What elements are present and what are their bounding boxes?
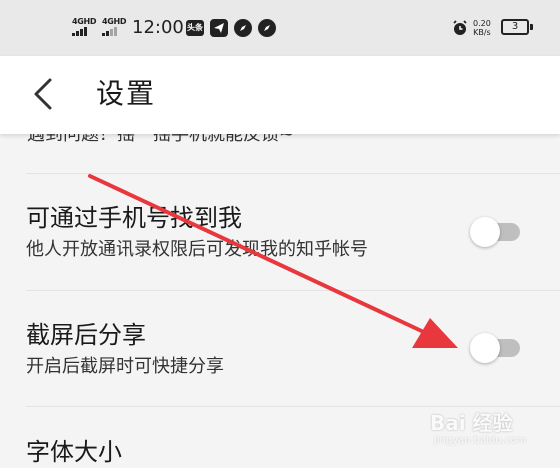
compass-icon	[258, 19, 276, 37]
telegram-icon	[210, 19, 228, 37]
shake-feedback-label: 遇到问题？摇一摇手机就能反馈~	[27, 134, 295, 145]
find-by-phone-toggle[interactable]	[470, 217, 520, 247]
status-bar: 4GHD 4GHD 12:00 头条 0.20 KB/s 3	[0, 0, 560, 56]
setting-row-screenshot-share[interactable]: 截屏后分享 开启后截屏时可快捷分享	[0, 291, 560, 407]
network-indicator-1: 4GHD	[72, 17, 98, 37]
news-app-badge: 头条	[186, 20, 204, 36]
setting-title: 截屏后分享	[26, 321, 146, 349]
battery-icon: 3	[501, 19, 529, 35]
font-size-setting[interactable]: 字体大小	[26, 436, 122, 468]
signal-icon	[72, 27, 87, 36]
network-type-label: 4GHD	[72, 17, 97, 26]
setting-subtitle: 他人开放通讯录权限后可发现我的知乎帐号	[26, 239, 368, 260]
toggle-knob	[470, 333, 500, 363]
alarm-icon	[451, 19, 469, 41]
baidu-watermark: Bai 经验 jingyan.baidu.com	[430, 405, 556, 457]
setting-row-find-by-phone[interactable]: 可通过手机号找到我 他人开放通讯录权限后可发现我的知乎帐号	[0, 174, 560, 290]
network-indicator-2: 4GHD	[102, 17, 128, 37]
compass-icon	[234, 19, 252, 37]
network-speed-value: 0.20	[473, 19, 491, 28]
page-title: 设置	[96, 77, 157, 110]
signal-icon	[102, 27, 117, 36]
app-header: 设置	[0, 56, 560, 134]
toggle-knob	[470, 217, 500, 247]
shake-feedback-row[interactable]: 遇到问题？摇一摇手机就能反馈~	[0, 134, 560, 174]
status-time: 12:00	[132, 17, 184, 38]
setting-title: 可通过手机号找到我	[26, 204, 242, 232]
chevron-left-icon	[34, 78, 52, 110]
network-type-label: 4GHD	[102, 17, 127, 26]
watermark-text: Bai 经验	[430, 411, 513, 435]
back-button[interactable]	[24, 72, 64, 116]
battery-tip	[530, 24, 533, 30]
network-speed-unit: KB/s	[473, 28, 491, 37]
setting-subtitle: 开启后截屏时可快捷分享	[26, 356, 224, 377]
watermark-sub: jingyan.baidu.com	[434, 435, 527, 446]
network-speed: 0.20 KB/s	[473, 19, 491, 37]
screenshot-share-toggle[interactable]	[470, 333, 520, 363]
